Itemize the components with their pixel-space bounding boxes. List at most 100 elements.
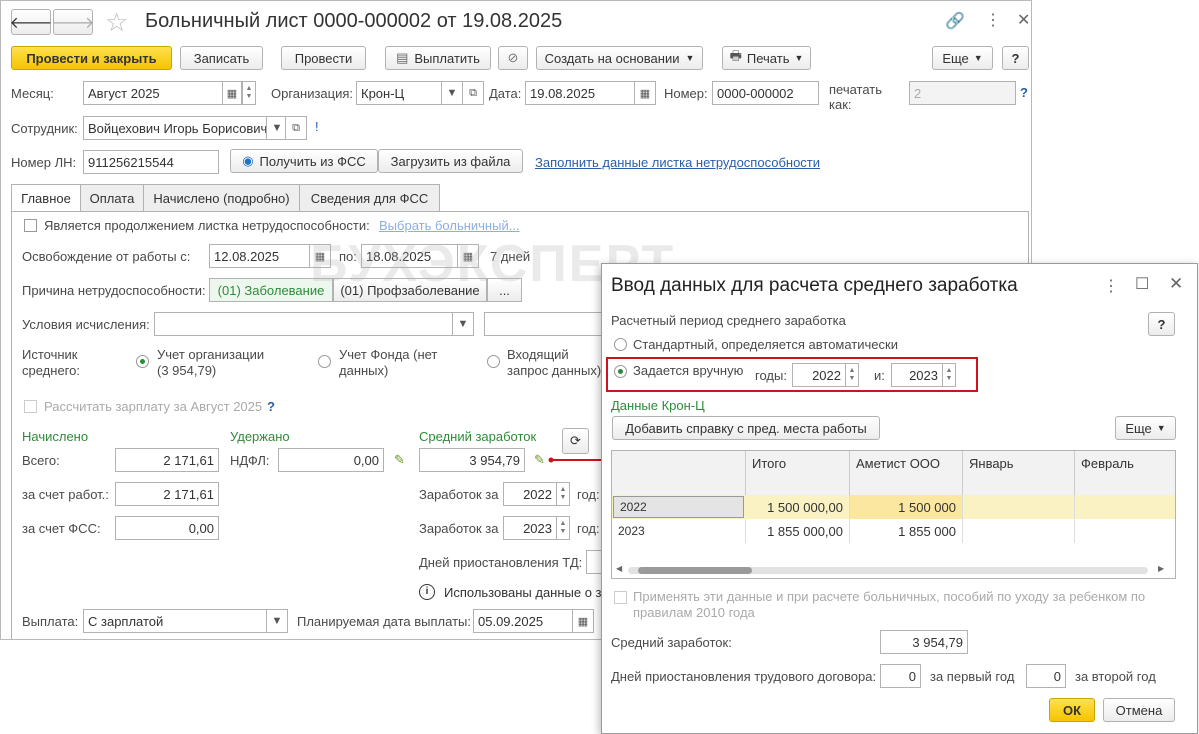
row-org-cell[interactable]: 1 500 000 bbox=[850, 495, 963, 519]
row-january-cell[interactable] bbox=[963, 495, 1075, 519]
more-button[interactable]: Еще ▼ bbox=[1115, 416, 1176, 440]
source-org-radio[interactable] bbox=[136, 355, 149, 368]
year1-suffix: год: bbox=[577, 487, 600, 502]
scroll-left-icon[interactable]: ◀ bbox=[616, 564, 622, 573]
year2-input[interactable]: 2023 bbox=[891, 363, 943, 387]
window-title: Больничный лист 0000-000002 от 19.08.202… bbox=[145, 10, 563, 32]
year2-spinner[interactable]: ▲ ▼ bbox=[556, 516, 570, 540]
row-year-cell[interactable]: 2022 bbox=[613, 496, 744, 518]
reason-label: Причина нетрудоспособности: bbox=[22, 283, 206, 298]
year1-spinner[interactable]: ▲ ▼ bbox=[556, 482, 570, 506]
month-spinner[interactable]: ▲ ▼ bbox=[242, 81, 256, 105]
help-button[interactable]: ? bbox=[1002, 46, 1029, 70]
forward-button[interactable]: 🡒 bbox=[51, 9, 95, 35]
close-icon[interactable]: ✕ bbox=[1017, 10, 1030, 30]
first-year-input[interactable]: 0 bbox=[880, 664, 921, 688]
row-january-cell[interactable] bbox=[963, 519, 1075, 543]
total-value[interactable]: 2 171,61 bbox=[115, 448, 219, 472]
favorite-star-icon[interactable]: ☆ bbox=[105, 7, 128, 38]
close-icon[interactable]: ✕ bbox=[1169, 274, 1183, 294]
ndfl-value[interactable]: 0,00 bbox=[278, 448, 384, 472]
tab-main[interactable]: Главное bbox=[11, 184, 81, 212]
pencil-icon[interactable]: ✎ bbox=[534, 452, 545, 468]
planned-date-input[interactable]: 05.09.2025 bbox=[473, 609, 573, 633]
continuation-label: Является продолжением листка нетрудоспос… bbox=[44, 218, 370, 233]
help-icon[interactable]: ? bbox=[1020, 85, 1028, 100]
recalc-checkbox[interactable] bbox=[24, 400, 37, 413]
release-from-input[interactable]: 12.08.2025 bbox=[209, 244, 311, 268]
source-fund-radio[interactable] bbox=[318, 355, 331, 368]
row-org-cell[interactable]: 1 855 000 bbox=[850, 519, 963, 543]
average-earnings-value[interactable]: 3 954,79 bbox=[880, 630, 968, 654]
ok-button[interactable]: ОК bbox=[1049, 698, 1095, 722]
scrollbar-thumb[interactable] bbox=[638, 567, 752, 574]
pay-button[interactable]: ▤ Выплатить bbox=[385, 46, 491, 70]
organization-input[interactable]: Крон-Ц bbox=[356, 81, 442, 105]
load-from-file-button[interactable]: Загрузить из файла bbox=[378, 149, 523, 173]
payout-input[interactable]: С зарплатой bbox=[83, 609, 269, 633]
employer-value[interactable]: 2 171,61 bbox=[115, 482, 219, 506]
number-input[interactable]: 0000-000002 bbox=[712, 81, 819, 105]
cancel-button[interactable]: Отмена bbox=[1103, 698, 1175, 722]
link-icon[interactable]: 🔗 bbox=[945, 11, 965, 31]
continuation-checkbox[interactable] bbox=[24, 219, 37, 232]
back-button[interactable]: 🡐 bbox=[10, 9, 52, 35]
save-button[interactable]: Записать bbox=[180, 46, 263, 70]
post-button[interactable]: Провести bbox=[281, 46, 366, 70]
average-earnings-dialog: Ввод данных для расчета среднего заработ… bbox=[601, 263, 1198, 734]
refresh-button[interactable]: ⟳ bbox=[562, 428, 589, 454]
horizontal-scrollbar[interactable] bbox=[628, 567, 1148, 574]
add-certificate-button[interactable]: Добавить справку с пред. места работы bbox=[612, 416, 880, 440]
document-icon: ▤ bbox=[396, 50, 409, 65]
tab-payment[interactable]: Оплата bbox=[80, 184, 144, 211]
fss-value[interactable]: 0,00 bbox=[115, 516, 219, 540]
apply-rules-checkbox[interactable] bbox=[614, 591, 627, 604]
exclamation-icon[interactable]: ! bbox=[315, 119, 319, 134]
row-year-cell[interactable]: 2023 bbox=[612, 519, 746, 543]
post-and-close-button[interactable]: Провести и закрыть bbox=[11, 46, 172, 70]
employee-input[interactable]: Войцехович Игорь Борисович bbox=[83, 116, 267, 140]
year2-spinner[interactable]: ▲ ▼ bbox=[942, 363, 956, 387]
year1-input[interactable]: 2022 bbox=[792, 363, 846, 387]
date-input[interactable]: 19.08.2025 bbox=[525, 81, 635, 105]
row-total-cell[interactable]: 1 500 000,00 bbox=[746, 495, 850, 519]
calendar-icon[interactable]: ▦ bbox=[572, 609, 594, 633]
tab-accrued-detail[interactable]: Начислено (подробно) bbox=[143, 184, 300, 211]
get-from-fss-button[interactable]: ◉ Получить из ФСС bbox=[230, 149, 378, 173]
open-icon[interactable]: ⧉ bbox=[462, 81, 484, 105]
arrow-right-icon: 🡒 bbox=[51, 14, 95, 32]
month-input[interactable]: Август 2025 bbox=[83, 81, 223, 105]
dropdown-arrow-icon[interactable]: ▼ bbox=[441, 81, 463, 105]
choose-sick-leave-link[interactable]: Выбрать больничный... bbox=[379, 218, 520, 233]
dropdown-arrow-icon[interactable]: ▼ bbox=[266, 609, 288, 633]
create-based-on-button[interactable]: Создать на основании ▼ bbox=[536, 46, 703, 70]
calendar-icon[interactable]: ▦ bbox=[222, 81, 242, 105]
tab-fss-info[interactable]: Сведения для ФСС bbox=[299, 184, 440, 211]
attach-button[interactable]: ⊘ bbox=[498, 46, 528, 70]
maximize-icon[interactable]: ☐ bbox=[1135, 274, 1149, 294]
scroll-right-icon[interactable]: ▶ bbox=[1158, 564, 1164, 573]
ln-input[interactable]: 911256215544 bbox=[83, 150, 219, 174]
manual-radio[interactable] bbox=[614, 365, 627, 378]
average-earnings-value[interactable]: 3 954,79 bbox=[419, 448, 525, 472]
year1-spinner[interactable]: ▲ ▼ bbox=[845, 363, 859, 387]
second-year-input[interactable]: 0 bbox=[1026, 664, 1066, 688]
calendar-icon[interactable]: ▦ bbox=[634, 81, 656, 105]
more-button[interactable]: Еще ▼ bbox=[932, 46, 993, 70]
earnings-year1-input[interactable]: 2022 bbox=[503, 482, 557, 506]
help-button[interactable]: ? bbox=[1148, 312, 1175, 336]
fill-data-link[interactable]: Заполнить данные листка нетрудоспособнос… bbox=[535, 155, 820, 170]
row-total-cell[interactable]: 1 855 000,00 bbox=[746, 519, 850, 543]
print-button[interactable]: 🖶 Печать ▼ bbox=[722, 46, 811, 70]
pencil-icon[interactable]: ✎ bbox=[394, 452, 405, 468]
more-vertical-icon[interactable]: ⋮ bbox=[1103, 276, 1119, 296]
open-icon[interactable]: ⧉ bbox=[285, 116, 307, 140]
earnings-year2-input[interactable]: 2023 bbox=[503, 516, 557, 540]
dropdown-arrow-icon[interactable]: ▼ bbox=[452, 312, 474, 336]
more-vertical-icon[interactable]: ⋮ bbox=[985, 10, 1001, 30]
standard-radio[interactable] bbox=[614, 338, 627, 351]
conditions-input-2[interactable] bbox=[484, 312, 604, 336]
help-icon[interactable]: ? bbox=[267, 399, 275, 414]
conditions-input[interactable] bbox=[154, 312, 474, 336]
source-incoming-radio[interactable] bbox=[487, 355, 500, 368]
